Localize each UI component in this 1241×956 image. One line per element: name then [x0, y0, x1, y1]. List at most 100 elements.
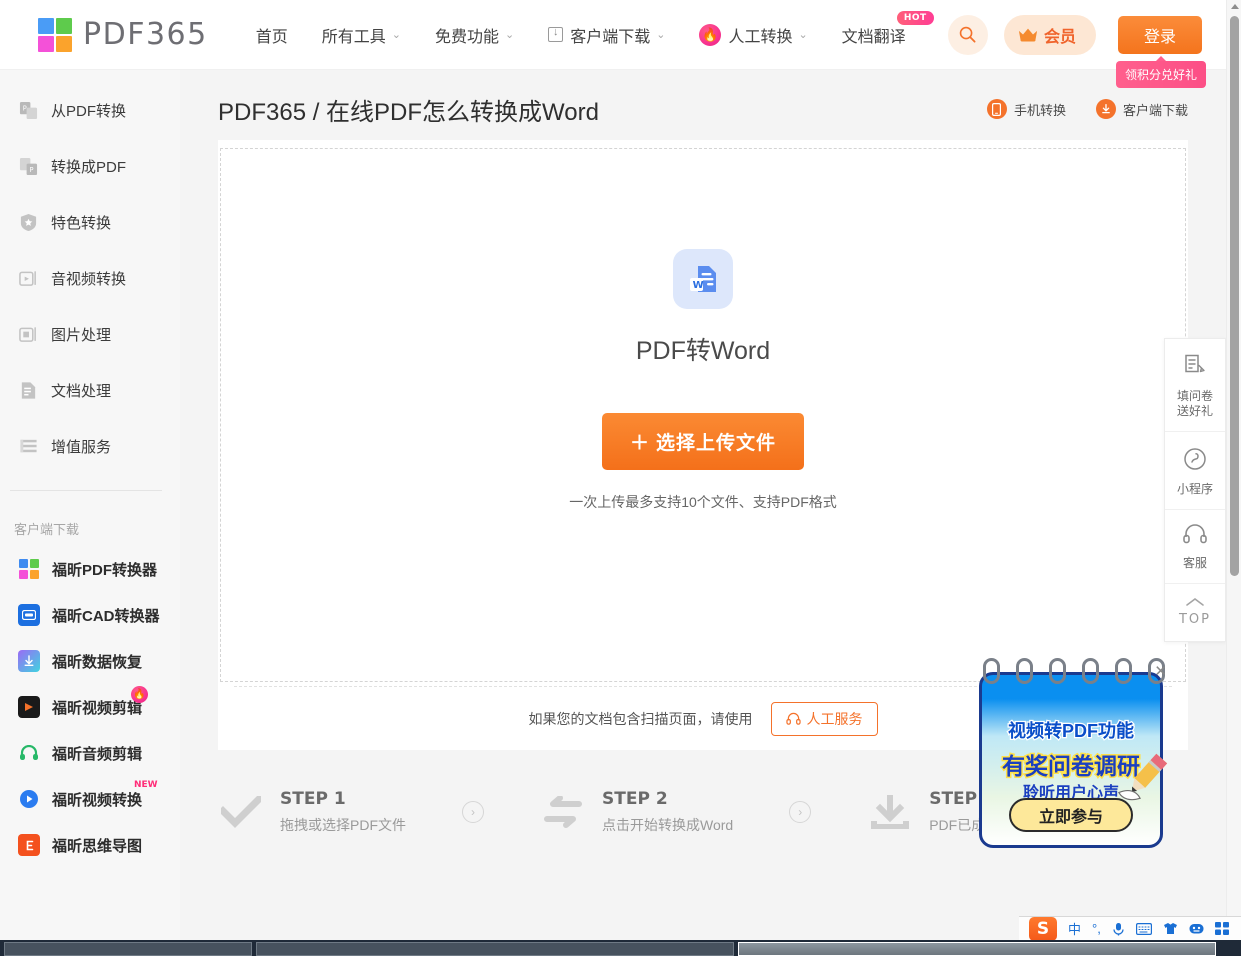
sidebar-app-mindmap[interactable]: 福昕思维导图 — [0, 822, 180, 868]
taskbar-window-active[interactable] — [738, 942, 1216, 956]
mic-icon[interactable] — [1112, 922, 1125, 936]
nav-item-free-features[interactable]: 免费功能 ⌄ — [435, 23, 514, 47]
chevron-up-icon — [1186, 598, 1204, 606]
sidebar-item-label: 特色转换 — [51, 214, 112, 232]
new-badge: NEW — [134, 780, 158, 790]
taskbar-window[interactable] — [4, 942, 252, 956]
sidebar-item-featured[interactable]: 特色转换 — [0, 194, 180, 250]
vertical-scrollbar[interactable] — [1226, 0, 1241, 940]
nav-item-manual-conversion[interactable]: 🔥 人工转换 ⌄ — [699, 23, 808, 47]
search-icon — [960, 26, 977, 43]
step-title: STEP 2 — [602, 789, 668, 809]
nav-label: 免费功能 — [434, 28, 499, 46]
nav-label: 客户端下载 — [570, 28, 651, 46]
nav-item-client-download[interactable]: 客户端下载 ⌄ — [548, 23, 665, 47]
nav-item-doc-translate[interactable]: 文档翻译 HOT — [842, 10, 934, 47]
sidebar-app-foxit-cad[interactable]: 福昕CAD转换器 — [0, 592, 180, 638]
mobile-convert-link[interactable]: 手机转换 — [986, 99, 1066, 119]
upload-file-button[interactable]: ＋ 选择上传文件 — [602, 413, 804, 470]
foxit-pdf-icon — [18, 558, 40, 580]
foxit-audio-edit-icon — [18, 742, 40, 764]
apps-icon[interactable] — [1214, 922, 1229, 935]
sidebar-app-video-convert[interactable]: 福昕视频转换 NEW — [0, 776, 180, 822]
page-header: PDF365 / 在线PDF怎么转换成Word 手机转换 客户端下载 — [218, 70, 1188, 140]
back-to-top-button[interactable]: TOP — [1165, 583, 1225, 641]
scroll-up-arrow-icon[interactable] — [1231, 4, 1239, 9]
vip-button[interactable]: 会员 — [1003, 14, 1096, 55]
sidebar-item-from-pdf[interactable]: P 从PDF转换 — [0, 82, 180, 138]
float-item-miniprogram[interactable]: 小程序 — [1165, 431, 1225, 509]
nav-item-all-tools[interactable]: 所有工具 ⌄ — [322, 23, 401, 47]
pencil-icon — [1118, 753, 1168, 801]
sidebar-app-label: 福昕CAD转换器 — [52, 607, 160, 625]
ime-punctuation-toggle[interactable]: °, — [1092, 921, 1101, 936]
sidebar-item-label: 图片处理 — [51, 326, 112, 344]
plus-icon: ＋ — [629, 433, 650, 454]
ime-toolbar: S 中 °, — [1019, 916, 1241, 941]
chevron-down-icon: ⌄ — [504, 29, 515, 41]
sidebar-item-label: 转换成PDF — [51, 158, 127, 176]
login-label: 登录 — [1143, 28, 1176, 46]
file-dropzone[interactable]: W PDF转Word ＋ 选择上传文件 一次上传最多支持10个文件、支持PDF格… — [220, 148, 1186, 682]
crown-icon — [1018, 27, 1038, 43]
sidebar-item-label: 音视频转换 — [51, 270, 127, 288]
manual-service-button[interactable]: 人工服务 — [770, 701, 878, 736]
nav-item-home[interactable]: 首页 — [256, 23, 288, 47]
sidebar-item-label: 文档处理 — [51, 382, 112, 400]
foxit-video-edit-icon — [18, 696, 40, 718]
head-action-label: 手机转换 — [1013, 102, 1066, 118]
media-icon — [18, 268, 38, 288]
float-item-label: 小程序 — [1176, 482, 1213, 496]
sidebar-app-label: 福昕数据恢复 — [52, 653, 143, 671]
foxit-mindmap-icon — [18, 834, 40, 856]
keyboard-icon[interactable] — [1135, 922, 1152, 935]
skin-icon[interactable] — [1163, 922, 1178, 935]
float-item-survey[interactable]: 填问卷 送好礼 — [1165, 339, 1225, 431]
sidebar-app-label: 福昕视频转换 — [52, 791, 143, 809]
chevron-right-icon: › — [798, 805, 803, 819]
nav-label: 人工转换 — [728, 28, 793, 46]
taskbar-window[interactable] — [256, 942, 734, 956]
login-button[interactable]: 登录 — [1118, 15, 1202, 54]
hot-badge: HOT — [896, 10, 934, 25]
sidebar-item-to-pdf[interactable]: P 转换成PDF — [0, 138, 180, 194]
float-toolbar: 填问卷 送好礼 小程序 客服 TOP — [1164, 338, 1226, 642]
promo-line-1: 视频转PDF功能 — [1007, 720, 1136, 743]
site-logo[interactable]: PDF365 — [38, 17, 208, 52]
head-action-label: 客户端下载 — [1122, 102, 1188, 118]
manual-service-label: 人工服务 — [806, 710, 863, 727]
download-circle-icon — [1095, 99, 1116, 119]
chevron-right-icon: › — [471, 805, 475, 819]
sogou-logo-icon[interactable]: S — [1029, 916, 1057, 941]
headset-icon — [785, 712, 801, 726]
logo-text: PDF365 — [83, 17, 208, 52]
gift-points-tooltip[interactable]: 领积分兑好礼 — [1115, 55, 1206, 88]
survey-icon — [1185, 354, 1205, 373]
sidebar-item-document[interactable]: 文档处理 — [0, 362, 180, 418]
step-title: STEP 1 — [280, 789, 346, 809]
sidebar-app-audio-edit[interactable]: 福昕音频剪辑 — [0, 730, 180, 776]
close-icon[interactable]: ✕ — [1154, 662, 1167, 680]
ime-lang-toggle[interactable]: 中 — [1068, 919, 1081, 938]
vip-label: 会员 — [1043, 28, 1076, 46]
sidebar-item-media[interactable]: 音视频转换 — [0, 250, 180, 306]
scrollbar-thumb[interactable] — [1230, 16, 1239, 576]
sidebar-app-video-edit[interactable]: 福昕视频剪辑 🔥 — [0, 684, 180, 730]
sidebar-app-label: 福昕音频剪辑 — [52, 745, 143, 763]
sidebar-item-label: 增值服务 — [51, 438, 112, 456]
check-icon — [218, 789, 264, 835]
sidebar-item-image[interactable]: 图片处理 — [0, 306, 180, 362]
client-download-link[interactable]: 客户端下载 — [1095, 99, 1188, 119]
sidebar-item-label: 从PDF转换 — [51, 102, 127, 120]
float-item-support[interactable]: 客服 — [1165, 509, 1225, 583]
emoji-icon[interactable] — [1189, 922, 1204, 935]
search-button[interactable] — [947, 14, 988, 55]
logo-grid-icon — [38, 17, 72, 52]
step-desc: 拖拽或选择PDF文件 — [280, 817, 406, 833]
scan-hint-text: 如果您的文档包含扫描页面，请使用 — [528, 710, 753, 727]
svg-text:P: P — [29, 166, 33, 174]
document-icon — [18, 380, 38, 400]
sidebar-app-data-recovery[interactable]: 福昕数据恢复 🔥 — [0, 638, 180, 684]
sidebar-app-foxit-pdf[interactable]: 福昕PDF转换器 — [0, 546, 180, 592]
sidebar-item-value-added[interactable]: 增值服务 — [0, 418, 180, 474]
